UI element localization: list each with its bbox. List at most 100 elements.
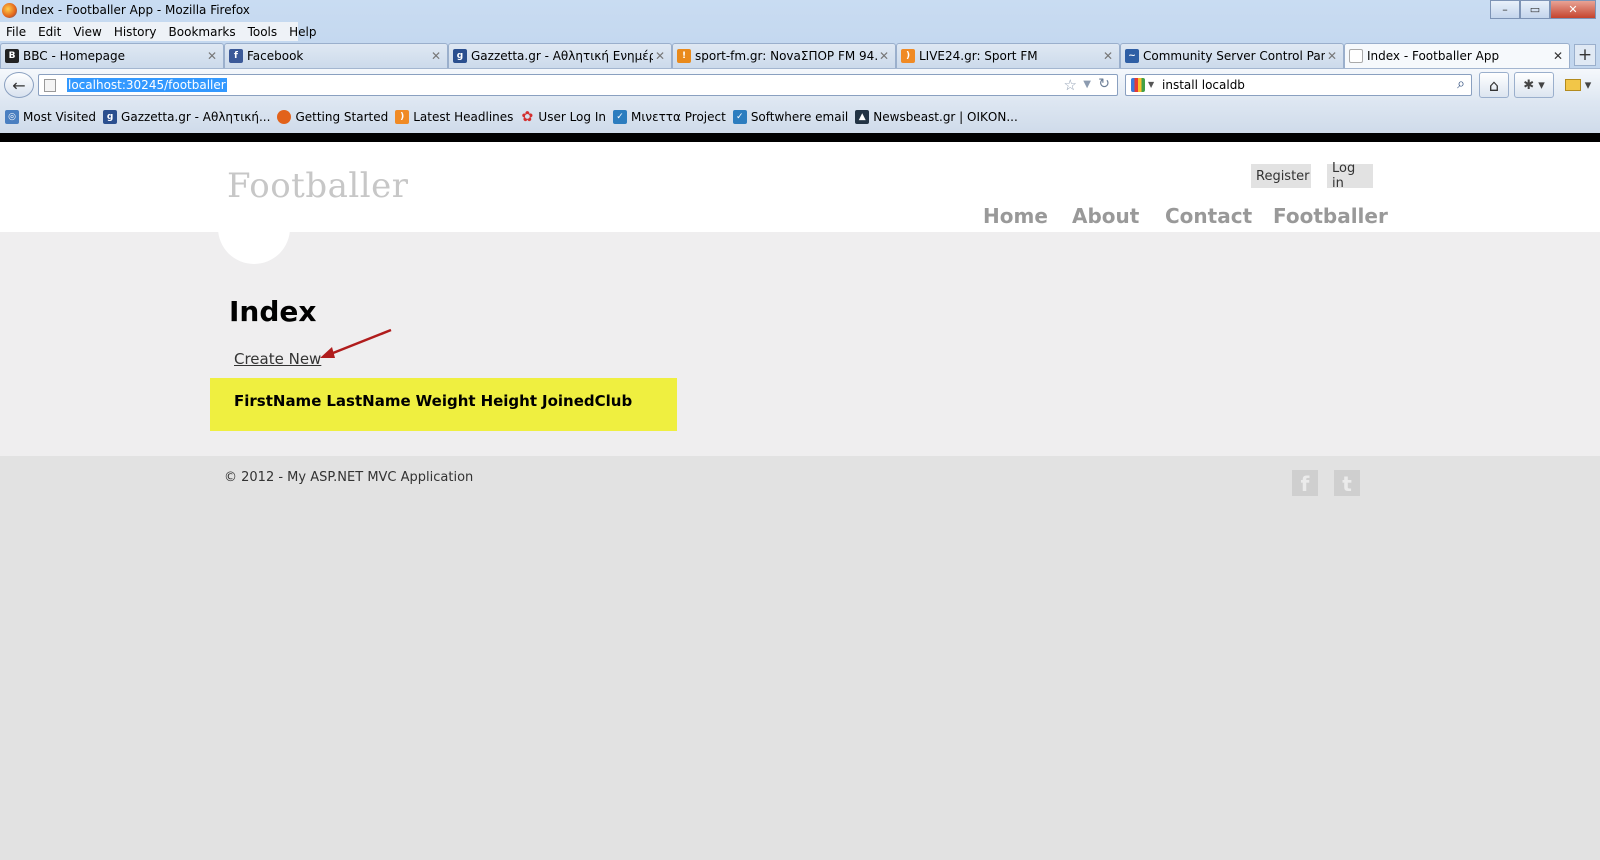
table-header-row: FirstName LastName Weight Height JoinedC… [234, 392, 637, 410]
rss-icon: ) [901, 49, 915, 63]
tab-bbc[interactable]: B BBC - Homepage ✕ [0, 43, 224, 68]
bookmark-gazzetta[interactable]: g Gazzetta.gr - Αθλητική... [103, 109, 270, 124]
sportfm-icon: ! [677, 49, 691, 63]
nav-footballer[interactable]: Footballer [1273, 204, 1388, 228]
facebook-icon: f [229, 49, 243, 63]
chevron-down-icon: ▾ [1584, 77, 1592, 93]
column-header-weight: Weight [415, 392, 476, 410]
url-text[interactable]: localhost:30245/footballer [67, 78, 227, 92]
bookmark-star-icon[interactable]: ☆ [1064, 76, 1077, 94]
site-title[interactable]: Footballer [227, 166, 409, 206]
bookmark-label: Μινεττα Project [630, 109, 726, 124]
menu-bookmarks[interactable]: Bookmarks [163, 25, 242, 39]
tab-label: Facebook [247, 49, 304, 63]
close-tab-icon[interactable]: ✕ [877, 49, 891, 63]
tab-label: Index - Footballer App [1367, 49, 1500, 63]
bookmark-label: Newsbeast.gr | ΟΙΚΟΝ... [873, 109, 1018, 124]
search-bar[interactable]: ▼ install localdb ⌕ [1125, 74, 1472, 96]
reload-icon[interactable]: ↻ [1098, 76, 1110, 92]
bookmark-latest-headlines[interactable]: ) Latest Headlines [395, 109, 513, 124]
tab-gazzetta[interactable]: g Gazzetta.gr - Αθλητική Ενημέρω... ✕ [448, 43, 672, 68]
search-engine-dropdown-icon[interactable]: ▼ [1148, 80, 1154, 89]
footballer-table: FirstName LastName Weight Height JoinedC… [210, 378, 677, 431]
nav-contact[interactable]: Contact [1165, 204, 1252, 228]
address-bar[interactable]: localhost:30245/footballer ☆ ▼ ↻ [38, 74, 1118, 96]
search-icon[interactable]: ⌕ [1457, 76, 1465, 92]
menu-file[interactable]: File [0, 25, 32, 39]
menu-tools[interactable]: Tools [242, 25, 284, 39]
menu-history[interactable]: History [108, 25, 163, 39]
bookmark-label: User Log In [538, 109, 606, 124]
tab-label: sport-fm.gr: NovaΣΠΟΡ FM 94.6 [695, 49, 877, 63]
addon-button[interactable]: ✱ ▾ [1514, 72, 1554, 98]
close-tab-icon[interactable]: ✕ [1551, 49, 1565, 63]
bookmark-user-log-in[interactable]: ✿ User Log In [520, 109, 606, 125]
back-arrow-icon: ← [12, 75, 26, 95]
close-tab-icon[interactable]: ✕ [1325, 49, 1339, 63]
menu-help[interactable]: Help [283, 25, 322, 39]
addon-icon: ✱ ▾ [1523, 77, 1545, 93]
login-link[interactable]: Log in [1327, 161, 1373, 191]
twitter-icon[interactable]: t [1334, 470, 1360, 496]
toolbar-separator [0, 133, 1600, 142]
gazzetta-icon: g [103, 109, 118, 124]
bookmark-getting-started[interactable]: Getting Started [277, 109, 388, 124]
tab-label: Gazzetta.gr - Αθλητική Ενημέρω... [471, 49, 653, 63]
bookmark-minetta-project[interactable]: ✓ Μινεττα Project [612, 109, 726, 124]
tab-bar: B BBC - Homepage ✕ f Facebook ✕ g Gazzet… [0, 42, 1600, 68]
new-tab-button[interactable]: + [1574, 44, 1596, 66]
navigation-toolbar: ← localhost:30245/footballer ☆ ▼ ↻ ▼ ins… [0, 68, 1600, 100]
tab-footballer-app[interactable]: Index - Footballer App ✕ [1344, 43, 1570, 68]
tab-label: LIVE24.gr: Sport FM [919, 49, 1038, 63]
nav-home[interactable]: Home [983, 204, 1048, 228]
bookmark-label: Softwhere email [750, 109, 849, 124]
bookmark-label: Most Visited [23, 109, 97, 124]
back-button[interactable]: ← [4, 72, 34, 98]
menu-view[interactable]: View [67, 25, 107, 39]
site-footer: © 2012 - My ASP.NET MVC Application f t [0, 456, 1600, 860]
tab-live24[interactable]: ) LIVE24.gr: Sport FM ✕ [896, 43, 1120, 68]
site-header: Footballer Register Log in Home About Co… [0, 142, 1600, 232]
tab-facebook[interactable]: f Facebook ✕ [224, 43, 448, 68]
newsbeast-icon: ▲ [855, 109, 870, 124]
bookmark-newsbeast[interactable]: ▲ Newsbeast.gr | ΟΙΚΟΝ... [855, 109, 1018, 124]
column-header-joinedclub: JoinedClub [542, 392, 633, 410]
column-header-firstname: FirstName [234, 392, 322, 410]
window-controls: – ▭ ✕ [1490, 0, 1596, 19]
home-button[interactable]: ⌂ [1479, 72, 1509, 98]
close-window-button[interactable]: ✕ [1550, 0, 1596, 19]
facebook-icon[interactable]: f [1292, 470, 1318, 496]
close-tab-icon[interactable]: ✕ [429, 49, 443, 63]
home-icon: ⌂ [1488, 75, 1500, 95]
gazzetta-icon: g [453, 49, 467, 63]
register-link[interactable]: Register [1251, 164, 1311, 188]
minetta-icon: ✓ [612, 109, 627, 124]
history-dropdown-icon[interactable]: ▼ [1083, 79, 1091, 90]
create-new-link[interactable]: Create New [234, 350, 321, 368]
bookmark-softwhere-email[interactable]: ✓ Softwhere email [732, 109, 849, 124]
column-header-lastname: LastName [326, 392, 411, 410]
tab-label: Community Server Control Panel [1143, 49, 1325, 63]
bookmark-most-visited[interactable]: ◎ Most Visited [5, 109, 97, 124]
minimize-button[interactable]: – [1490, 0, 1520, 19]
close-tab-icon[interactable]: ✕ [1101, 49, 1115, 63]
close-tab-icon[interactable]: ✕ [205, 49, 219, 63]
column-header-height: Height [480, 392, 538, 410]
page-title: Index [229, 295, 317, 328]
tab-sportfm[interactable]: ! sport-fm.gr: NovaΣΠΟΡ FM 94.6 ✕ [672, 43, 896, 68]
maximize-button[interactable]: ▭ [1520, 0, 1550, 19]
close-tab-icon[interactable]: ✕ [653, 49, 667, 63]
softwhere-icon: ✓ [732, 109, 747, 124]
browser-chrome: Index - Footballer App - Mozilla Firefox… [0, 0, 1600, 142]
annotation-arrow [320, 328, 392, 358]
folder-icon [1564, 79, 1581, 91]
nav-about[interactable]: About [1072, 204, 1139, 228]
page-identity-icon[interactable] [44, 79, 56, 92]
bookmarks-menu-button[interactable]: ▾ [1560, 72, 1596, 98]
menu-edit[interactable]: Edit [32, 25, 67, 39]
search-input[interactable]: install localdb [1162, 78, 1245, 92]
tab-community-server[interactable]: ~ Community Server Control Panel ✕ [1120, 43, 1344, 68]
title-bar: Index - Footballer App - Mozilla Firefox… [0, 0, 1600, 22]
google-icon[interactable] [1131, 78, 1145, 92]
rss-icon: ) [395, 109, 410, 124]
